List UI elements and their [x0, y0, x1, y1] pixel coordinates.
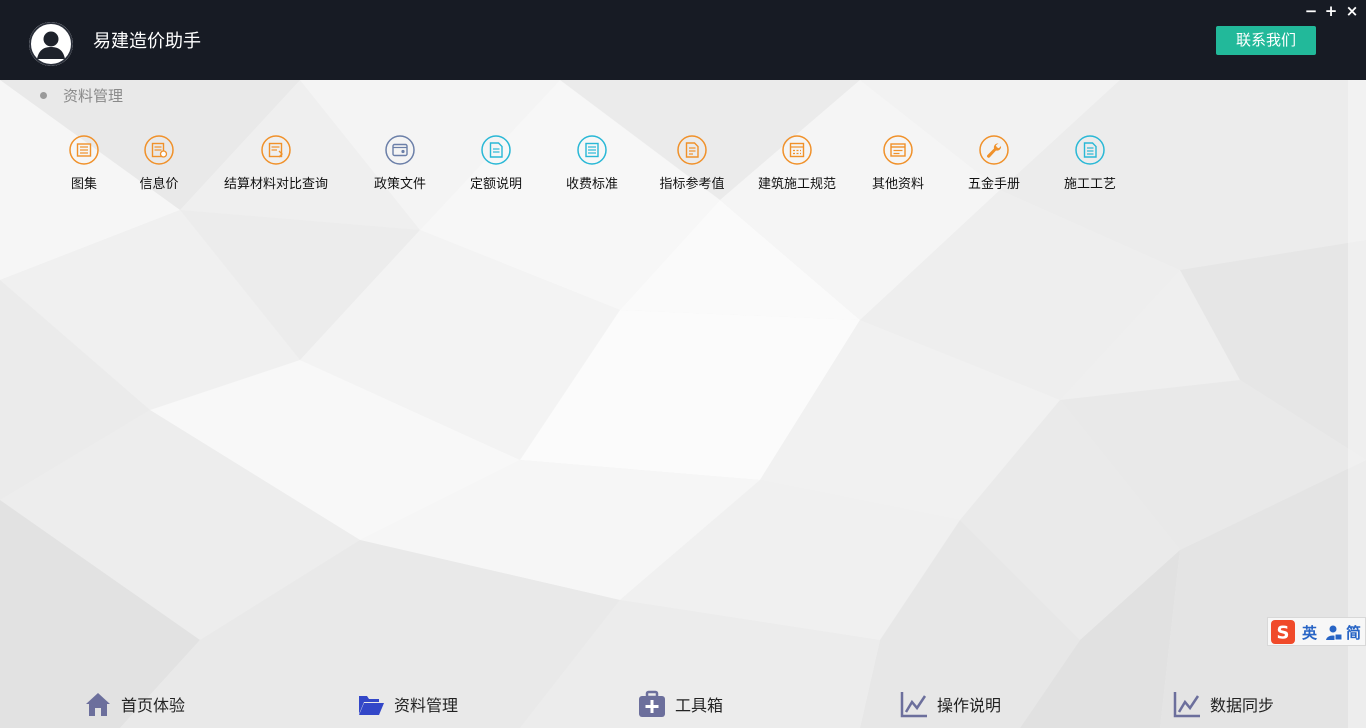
section-bullet — [40, 92, 47, 99]
nav-instructions[interactable]: 操作说明 — [900, 688, 1001, 720]
user-avatar[interactable] — [29, 22, 73, 66]
ime-script-label[interactable]: 简 — [1346, 622, 1361, 643]
nav-label: 首页体验 — [121, 696, 186, 715]
category-material-compare[interactable]: 结算材料对比查询 — [219, 135, 333, 193]
sogou-logo-icon: S — [1271, 620, 1295, 644]
nav-label: 操作说明 — [937, 696, 1002, 715]
category-label: 图集 — [70, 177, 97, 192]
line-chart-icon — [900, 692, 927, 718]
category-label: 收费标准 — [565, 177, 618, 192]
nav-documents[interactable]: 资料管理 — [357, 688, 458, 720]
nav-label: 数据同步 — [1210, 696, 1275, 715]
price-info-icon — [144, 135, 174, 165]
category-label: 五金手册 — [967, 177, 1020, 192]
category-label: 指标参考值 — [659, 177, 725, 192]
svg-text:S: S — [1277, 623, 1290, 644]
category-price-info[interactable]: 信息价 — [134, 135, 184, 193]
category-label: 施工工艺 — [1063, 177, 1116, 192]
maximize-button[interactable]: + — [1323, 3, 1339, 19]
ime-toolbar[interactable]: S 英 简 — [1267, 617, 1366, 646]
quota-doc-icon — [481, 135, 511, 165]
close-button[interactable]: × — [1344, 3, 1360, 19]
category-fee-standard[interactable]: 收费标准 — [563, 135, 621, 193]
category-hardware-manual[interactable]: 五金手册 — [965, 135, 1023, 193]
folder-open-icon — [359, 696, 384, 715]
title-bar: 易建造价助手 联系我们 − + × — [0, 0, 1366, 80]
nav-toolbox[interactable]: 工具箱 — [638, 688, 723, 720]
process-doc-icon — [1075, 135, 1105, 165]
nav-home[interactable]: 首页体验 — [84, 688, 185, 720]
category-policy-file[interactable]: 政策文件 — [371, 135, 429, 193]
category-other-docs[interactable]: 其他资料 — [869, 135, 927, 193]
toolbox-icon — [639, 690, 665, 717]
contact-us-button[interactable]: 联系我们 — [1216, 26, 1316, 55]
category-index-ref[interactable]: 指标参考值 — [656, 135, 728, 193]
atlas-icon — [69, 135, 99, 165]
sync-chart-icon — [1173, 692, 1200, 718]
section-title: 资料管理 — [63, 87, 124, 105]
category-construction-spec[interactable]: 建筑施工规范 — [754, 135, 840, 193]
category-label: 信息价 — [139, 177, 179, 192]
ime-user-icon — [1326, 625, 1343, 641]
category-label: 政策文件 — [373, 177, 426, 192]
app-title: 易建造价助手 — [93, 31, 201, 52]
nav-data-sync[interactable]: 数据同步 — [1173, 688, 1274, 720]
wrench-icon — [979, 135, 1009, 165]
ime-mode-label[interactable]: 英 — [1302, 622, 1317, 643]
index-ref-icon — [677, 135, 707, 165]
category-process-doc[interactable]: 施工工艺 — [1061, 135, 1119, 193]
category-label: 结算材料对比查询 — [223, 177, 328, 192]
policy-file-icon — [385, 135, 415, 165]
nav-label: 工具箱 — [675, 696, 724, 715]
home-icon — [86, 693, 110, 716]
category-atlas[interactable]: 图集 — [64, 135, 104, 193]
construction-spec-icon — [782, 135, 812, 165]
nav-label: 资料管理 — [394, 696, 459, 715]
category-label: 建筑施工规范 — [757, 177, 836, 192]
user-silhouette-icon — [29, 22, 73, 66]
category-label: 其他资料 — [871, 177, 924, 192]
fee-standard-icon — [577, 135, 607, 165]
material-compare-icon — [261, 135, 291, 165]
category-label: 定额说明 — [469, 177, 522, 192]
other-docs-icon — [883, 135, 913, 165]
minimize-button[interactable]: − — [1303, 3, 1319, 19]
category-quota-doc[interactable]: 定额说明 — [467, 135, 525, 193]
